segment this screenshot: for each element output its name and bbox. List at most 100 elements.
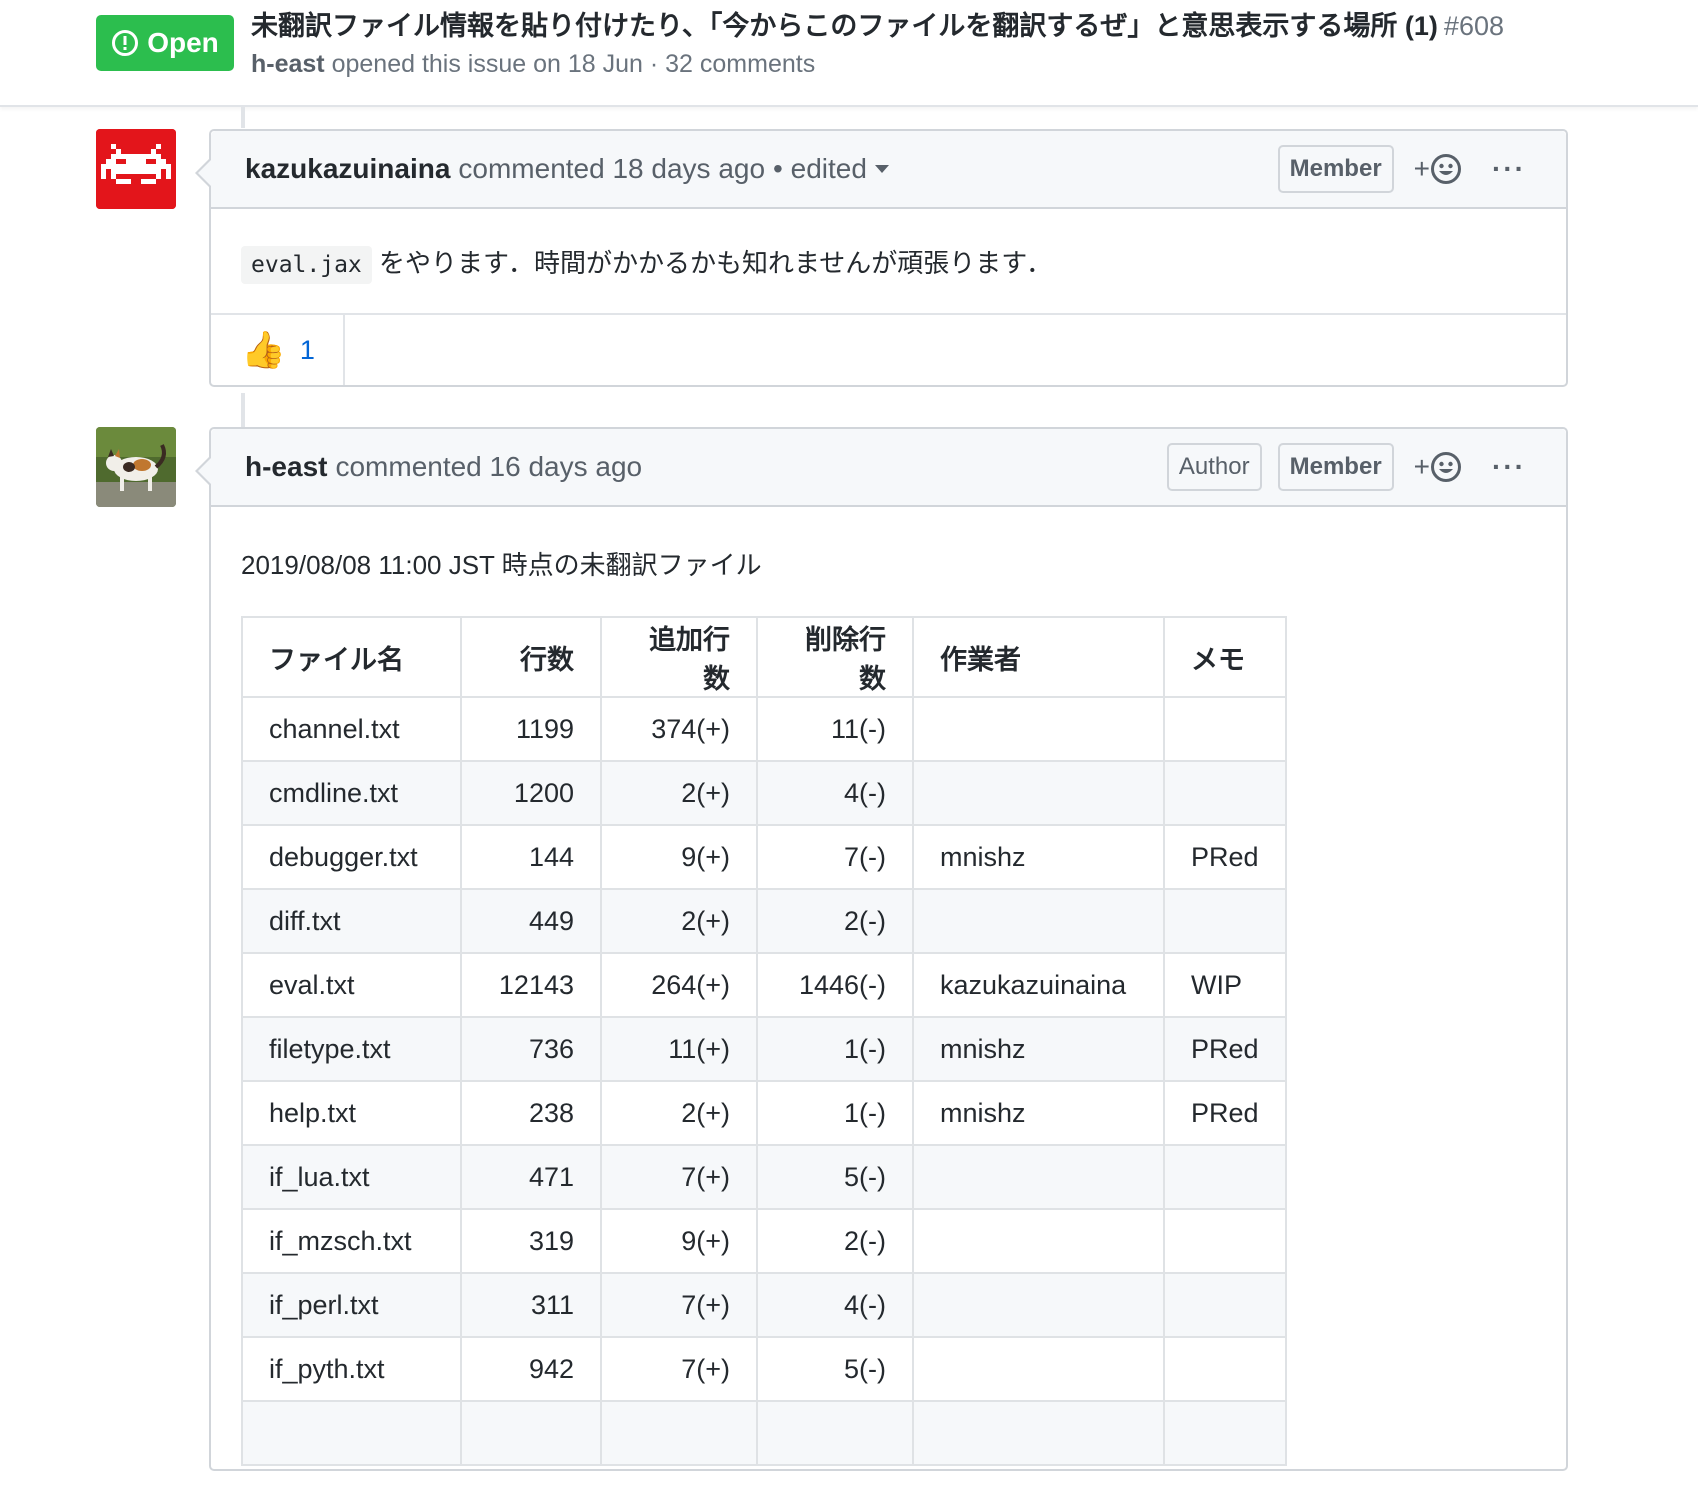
cell-filename: eval.txt — [241, 952, 462, 1018]
cat-photo-avatar-icon — [96, 427, 176, 507]
avatar-kazukazuinaina[interactable] — [96, 129, 176, 209]
comment-pointer-inner — [198, 159, 212, 187]
cell-added: 264(+) — [600, 952, 758, 1018]
cell-removed: 2(-) — [756, 888, 914, 954]
cell-lines: 238 — [460, 1080, 602, 1146]
cell-worker: mnishz — [912, 824, 1165, 890]
cell-worker — [912, 1144, 1165, 1210]
issue-state-label: Open — [147, 27, 219, 58]
cell-lines: 144 — [460, 824, 602, 890]
table-row: if_lua.txt 471 7(+) 5(-) — [241, 1144, 1287, 1210]
cell-memo — [1163, 696, 1287, 762]
cell-added: 9(+) — [600, 824, 758, 890]
comment-header-actions: Member + ··· — [1262, 145, 1526, 193]
cell-lines: 319 — [460, 1208, 602, 1274]
cell-memo — [1163, 1208, 1287, 1274]
cell-removed: 4(-) — [756, 760, 914, 826]
reaction-thumbs-up-button[interactable]: 👍 1 — [211, 315, 345, 385]
cell-memo — [1163, 760, 1287, 826]
cell-filename: if_mzsch.txt — [241, 1208, 462, 1274]
cell-added — [600, 1400, 758, 1466]
space-invader-avatar-icon — [96, 129, 176, 209]
table-body: channel.txt 1199 374(+) 11(-) cmdline.txt 120… — [241, 696, 1287, 1466]
untranslated-files-table: ファイル名 行数 追加行数 削除行数 作業者 メモ channel.txt 119… — [241, 616, 1287, 1466]
cell-removed: 1(-) — [756, 1016, 914, 1082]
cell-memo — [1163, 1400, 1287, 1466]
cell-lines: 736 — [460, 1016, 602, 1082]
reaction-count: 1 — [299, 334, 315, 365]
comment-header-actions: Author Member + ··· — [1151, 443, 1526, 491]
comment-header: h-east commented 16 days ago Author Memb… — [211, 429, 1566, 507]
issue-sticky-header: Open 未翻訳ファイル情報を貼り付けたり、「今からこのファイルを翻訳するぜ」と… — [0, 0, 1698, 107]
table-row: if_perl.txt 311 7(+) 4(-) — [241, 1272, 1287, 1338]
author-label: Author — [1166, 443, 1262, 491]
comment-timestamp[interactable]: commented 16 days ago — [335, 451, 642, 483]
cell-removed: 11(-) — [756, 696, 914, 762]
cell-lines: 12143 — [460, 952, 602, 1018]
cell-worker: mnishz — [912, 1080, 1165, 1146]
cell-filename: channel.txt — [241, 696, 462, 762]
cell-added: 7(+) — [600, 1272, 758, 1338]
cell-worker — [912, 696, 1165, 762]
cell-removed — [756, 1400, 914, 1466]
issue-title: 未翻訳ファイル情報を貼り付けたり、「今からこのファイルを翻訳するぜ」と意思表示す… — [251, 8, 1504, 44]
member-label: Member — [1277, 443, 1394, 491]
cell-filename: help.txt — [241, 1080, 462, 1146]
issue-meta-text: opened this issue on 18 Jun · 32 comment… — [331, 50, 816, 78]
cell-worker — [912, 1336, 1165, 1402]
table-row: diff.txt 449 2(+) 2(-) — [241, 888, 1287, 954]
timeline-line — [241, 393, 245, 427]
comment-author-link[interactable]: h-east — [245, 451, 327, 483]
cell-memo: PRed — [1163, 824, 1287, 890]
table-row: channel.txt 1199 374(+) 11(-) — [241, 696, 1287, 762]
cell-lines: 1199 — [460, 696, 602, 762]
cell-lines: 942 — [460, 1336, 602, 1402]
cell-filename: diff.txt — [241, 888, 462, 954]
cell-removed: 2(-) — [756, 1208, 914, 1274]
cell-worker — [912, 760, 1165, 826]
issue-title-text: 未翻訳ファイル情報を貼り付けたり、「今からこのファイルを翻訳するぜ」と意思表示す… — [251, 11, 1438, 41]
cell-added: 11(+) — [600, 1016, 758, 1082]
column-header-memo: メモ — [1163, 616, 1287, 698]
comment-kazukazuinaina: kazukazuinaina commented 18 days ago • e… — [195, 129, 1568, 387]
add-reaction-button[interactable]: + — [1414, 153, 1462, 185]
cell-filename: if_pyth.txt — [241, 1336, 462, 1402]
cell-worker — [912, 1208, 1165, 1274]
comment-timestamp[interactable]: commented 18 days ago — [458, 153, 765, 185]
cell-removed: 1(-) — [756, 1080, 914, 1146]
table-row: debugger.txt 144 9(+) 7(-) mnishz PRed — [241, 824, 1287, 890]
table-row: filetype.txt 736 11(+) 1(-) mnishz PRed — [241, 1016, 1287, 1082]
cell-added: 7(+) — [600, 1144, 758, 1210]
more-options-icon[interactable]: ··· — [1492, 451, 1526, 483]
avatar-h-east[interactable] — [96, 427, 176, 507]
inline-code: eval.jax — [241, 246, 372, 284]
cell-filename: if_perl.txt — [241, 1272, 462, 1338]
more-options-icon[interactable]: ··· — [1492, 153, 1526, 185]
table-row: eval.txt 12143 264(+) 1446(-) kazukazuinaina… — [241, 952, 1287, 1018]
caret-down-icon — [874, 165, 889, 173]
cell-memo — [1163, 1272, 1287, 1338]
comment-body-text: をやります．時間がかかるかも知れませんが頑張ります． — [379, 248, 1053, 278]
cell-worker — [912, 1400, 1165, 1466]
cell-removed: 5(-) — [756, 1144, 914, 1210]
cell-added: 2(+) — [600, 1080, 758, 1146]
smiley-icon — [1431, 154, 1462, 184]
reactions-bar: 👍 1 — [211, 313, 1566, 385]
member-label: Member — [1277, 145, 1394, 193]
cell-added: 2(+) — [600, 760, 758, 826]
edited-dropdown[interactable]: • edited — [773, 153, 889, 185]
table-row: cmdline.txt 1200 2(+) 4(-) — [241, 760, 1287, 826]
add-reaction-button[interactable]: + — [1414, 451, 1462, 483]
column-header-lines: 行数 — [460, 616, 602, 698]
comment-author-link[interactable]: kazukazuinaina — [245, 153, 450, 185]
cell-lines: 449 — [460, 888, 602, 954]
plus-icon: + — [1413, 153, 1431, 184]
cell-added: 374(+) — [600, 696, 758, 762]
issue-author-link[interactable]: h-east — [251, 50, 325, 78]
cell-removed: 5(-) — [756, 1336, 914, 1402]
cell-memo: WIP — [1163, 952, 1287, 1018]
cell-filename: filetype.txt — [241, 1016, 462, 1082]
cell-lines: 311 — [460, 1272, 602, 1338]
cell-filename: if_lua.txt — [241, 1144, 462, 1210]
column-header-added: 追加行数 — [600, 616, 758, 698]
